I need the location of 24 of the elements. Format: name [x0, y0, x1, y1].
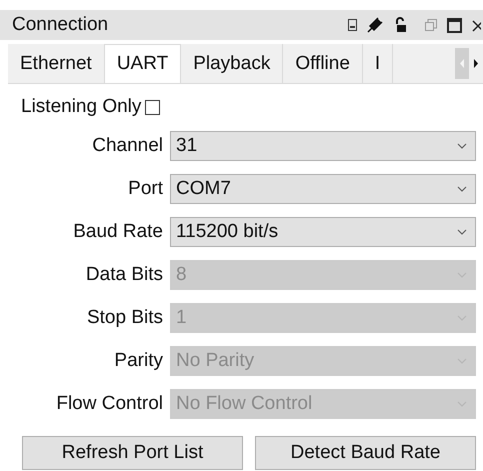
field-label: Channel	[91, 135, 163, 157]
plug-icon[interactable]	[367, 17, 383, 33]
listening-only-label: Listening Only	[21, 96, 142, 118]
action-button[interactable]: Detect Baud Rate	[255, 436, 476, 470]
lock-icon[interactable]	[393, 17, 407, 33]
field-label: Stop Bits	[86, 307, 163, 329]
dropdown[interactable]: COM7	[170, 174, 476, 204]
listening-only-checkbox[interactable]	[145, 100, 160, 114]
field-label: Flow Control	[55, 393, 163, 415]
action-button[interactable]: Refresh Port List	[22, 436, 243, 470]
field-label: Port	[127, 178, 163, 200]
chevron-down-icon	[457, 186, 467, 192]
dropdown[interactable]: 115200 bit/s	[170, 217, 476, 247]
dropdown[interactable]: 31	[170, 131, 476, 161]
document-icon[interactable]	[348, 19, 357, 31]
field-label: Data Bits	[84, 264, 163, 286]
field-label: Parity	[113, 350, 163, 372]
maximize-icon[interactable]	[447, 18, 462, 32]
chevron-down-icon	[457, 143, 467, 149]
field-label: Baud Rate	[72, 221, 163, 243]
tab[interactable]: UART	[104, 44, 182, 83]
chevron-down-icon	[457, 229, 467, 235]
close-icon[interactable]	[472, 18, 481, 32]
window-title: Connection	[12, 14, 110, 36]
